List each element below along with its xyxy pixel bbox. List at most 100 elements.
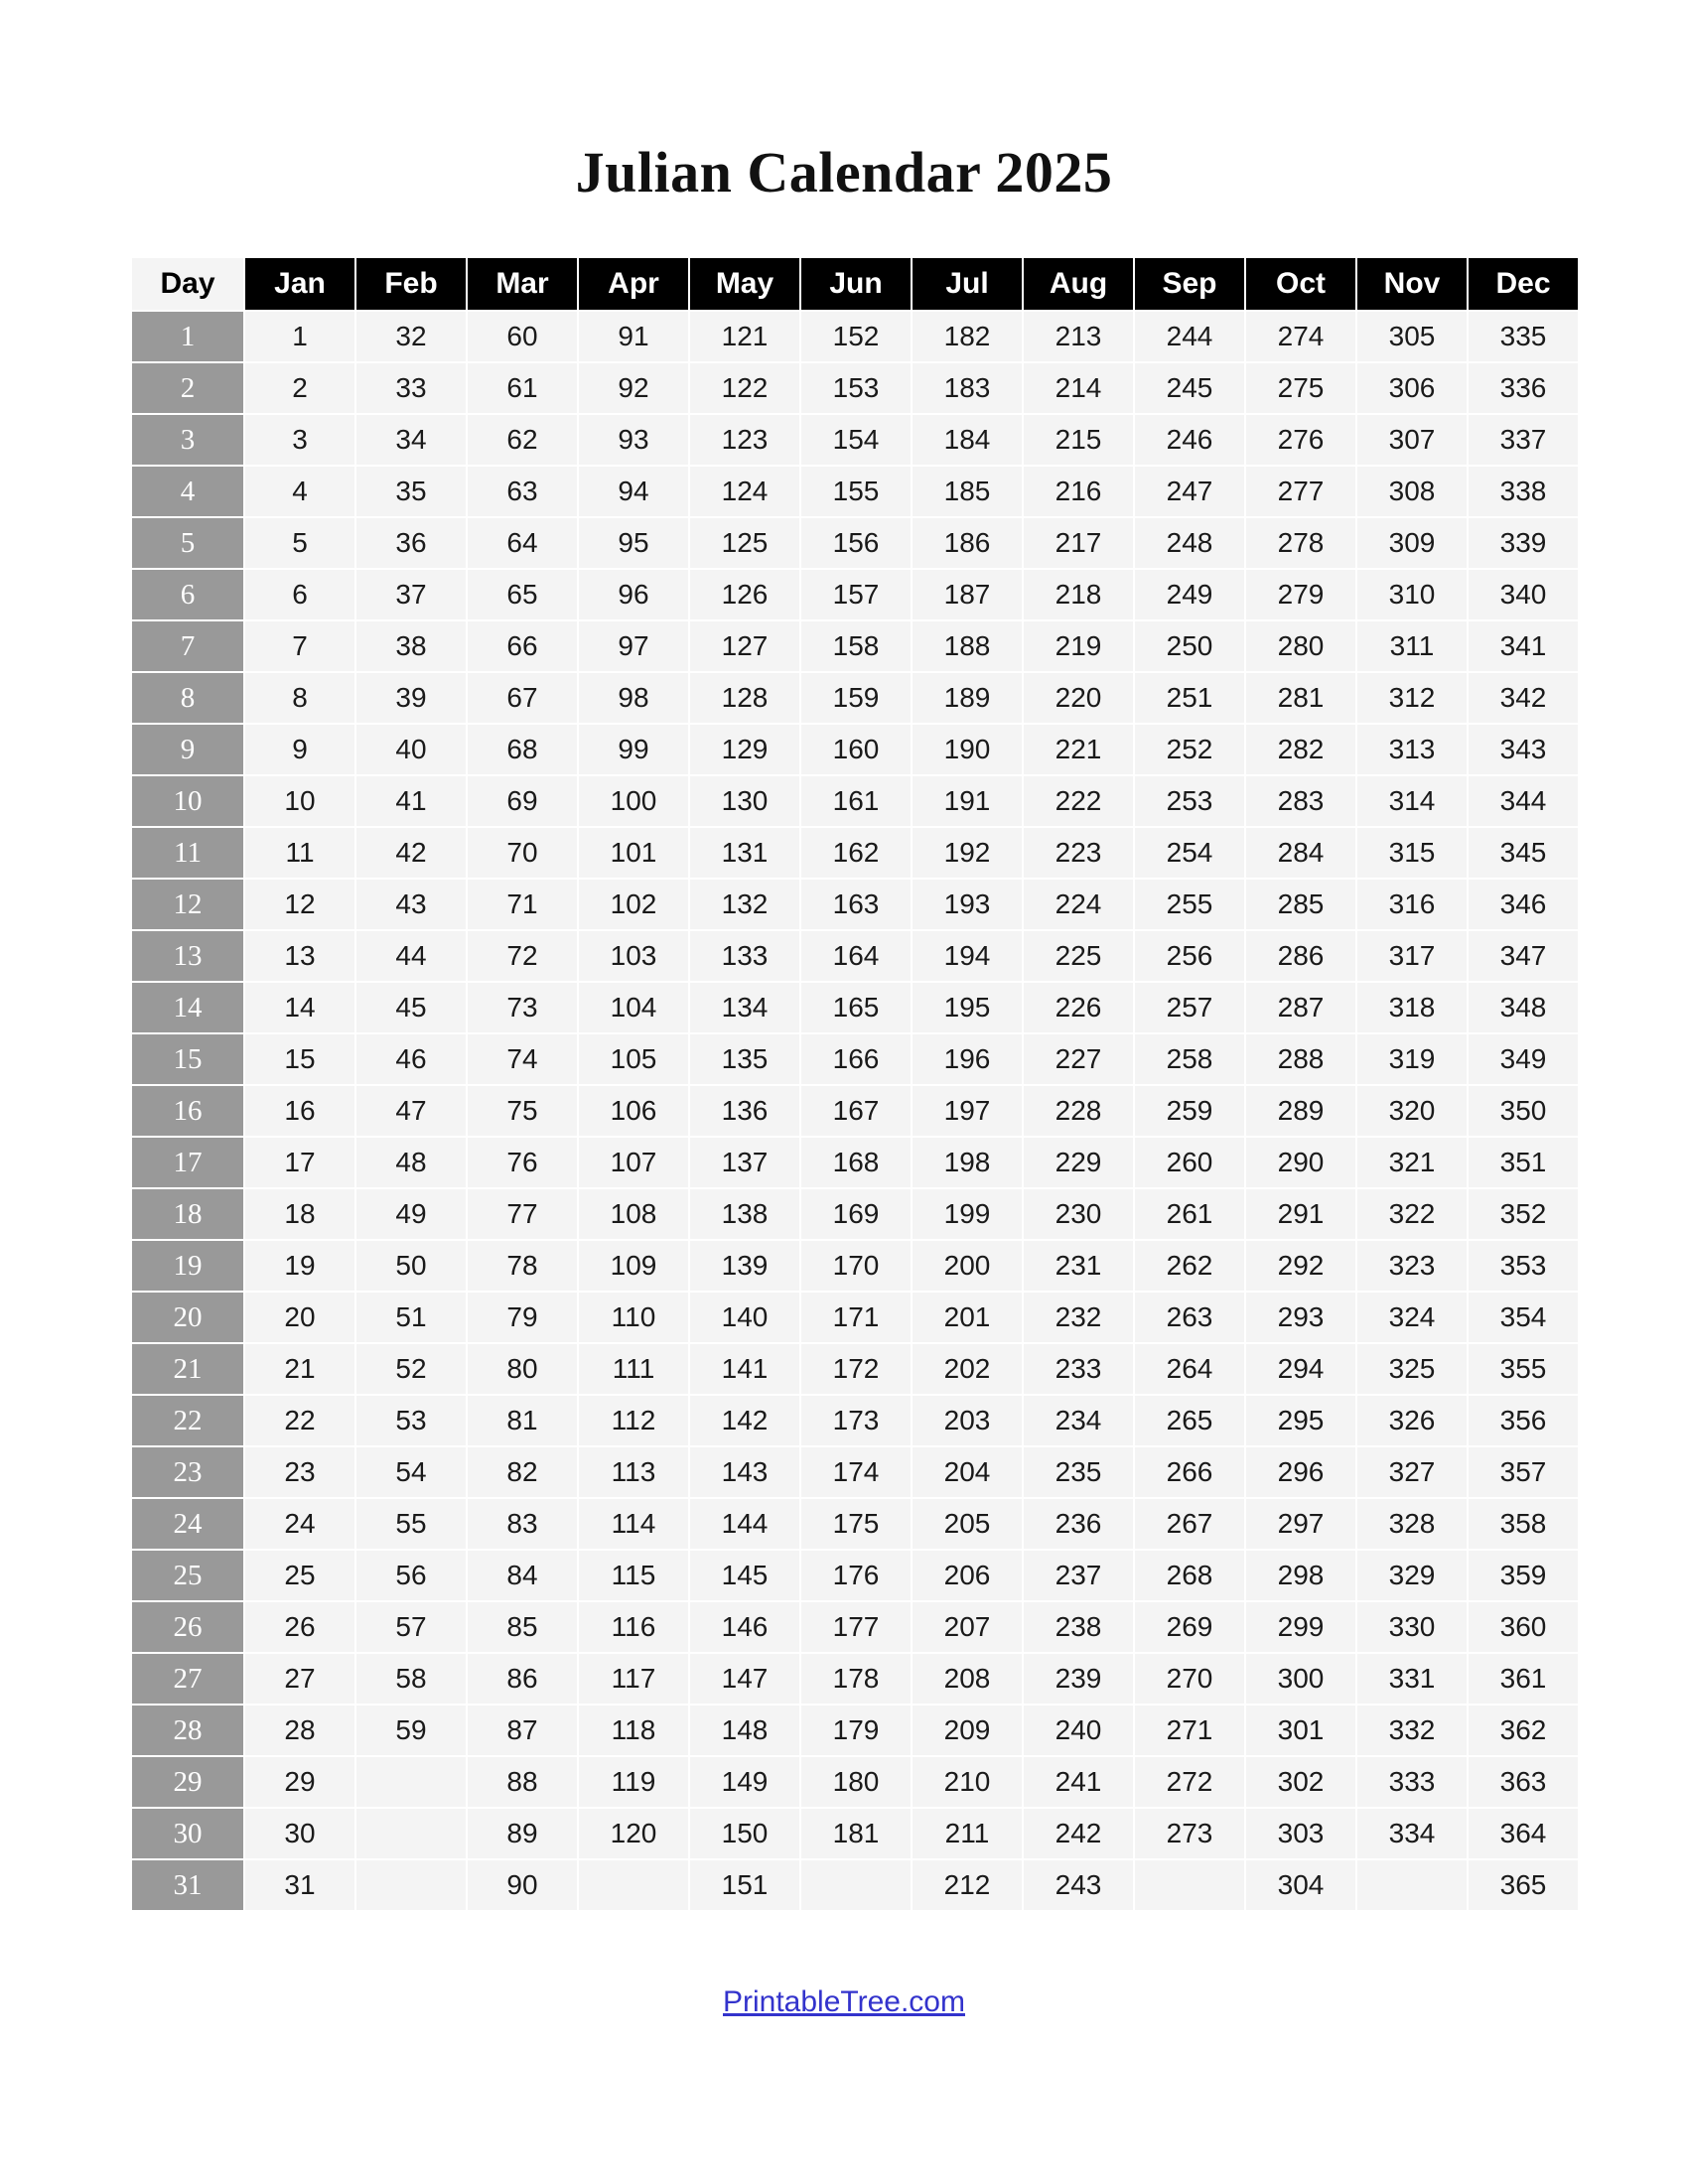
- julian-day-cell: 356: [1469, 1396, 1578, 1445]
- julian-day-cell: 337: [1469, 415, 1578, 465]
- julian-day-cell: 88: [468, 1757, 577, 1807]
- julian-day-cell: 349: [1469, 1034, 1578, 1084]
- julian-day-cell: 269: [1135, 1602, 1244, 1652]
- julian-day-cell: 134: [690, 983, 799, 1032]
- julian-day-cell: 191: [913, 776, 1022, 826]
- printabletree-link[interactable]: PrintableTree.com: [723, 1985, 965, 2018]
- julian-day-cell: 78: [468, 1241, 577, 1291]
- julian-day-cell: 297: [1246, 1499, 1355, 1549]
- julian-day-cell: 33: [356, 363, 466, 413]
- julian-day-cell: 125: [690, 518, 799, 568]
- day-number-cell: 24: [132, 1499, 243, 1549]
- julian-calendar-table: Day Jan Feb Mar Apr May Jun Jul Aug Sep Oct Nov Dec …: [130, 256, 1580, 1912]
- julian-day-cell: 328: [1357, 1499, 1467, 1549]
- julian-day-cell: 292: [1246, 1241, 1355, 1291]
- julian-day-cell: 164: [801, 931, 911, 981]
- julian-day-cell: 147: [690, 1654, 799, 1704]
- julian-day-cell: 62: [468, 415, 577, 465]
- julian-day-cell: 154: [801, 415, 911, 465]
- column-header-apr: Apr: [579, 258, 688, 310]
- julian-day-cell: 30: [245, 1809, 354, 1858]
- julian-day-cell: 342: [1469, 673, 1578, 723]
- table-row: 5 5 36 64 95 125 156 186 217 248 278 309 339: [132, 518, 1578, 568]
- table-row: 12 12 43 71 102 132 163 193 224 255 285 316 346: [132, 880, 1578, 929]
- julian-day-cell: 166: [801, 1034, 911, 1084]
- julian-day-cell: 248: [1135, 518, 1244, 568]
- julian-day-cell: 139: [690, 1241, 799, 1291]
- julian-day-cell: 96: [579, 570, 688, 619]
- julian-day-cell: 185: [913, 467, 1022, 516]
- julian-day-cell: 165: [801, 983, 911, 1032]
- julian-day-cell: 206: [913, 1551, 1022, 1600]
- julian-day-cell: 332: [1357, 1706, 1467, 1755]
- julian-day-cell: 44: [356, 931, 466, 981]
- day-number-cell: 7: [132, 621, 243, 671]
- julian-day-cell: 130: [690, 776, 799, 826]
- julian-day-cell: 240: [1024, 1706, 1133, 1755]
- julian-day-cell: 333: [1357, 1757, 1467, 1807]
- julian-day-cell: 339: [1469, 518, 1578, 568]
- julian-day-cell: 188: [913, 621, 1022, 671]
- julian-day-cell: 245: [1135, 363, 1244, 413]
- column-header-mar: Mar: [468, 258, 577, 310]
- julian-day-cell: 2: [245, 363, 354, 413]
- table-row: 9 9 40 68 99 129 160 190 221 252 282 313 343: [132, 725, 1578, 774]
- julian-day-cell: 77: [468, 1189, 577, 1239]
- julian-day-cell: 262: [1135, 1241, 1244, 1291]
- julian-day-cell: 278: [1246, 518, 1355, 568]
- table-row: 29 29 88 119 149 180 210 241 272 302 333 363: [132, 1757, 1578, 1807]
- table-row: 18 18 49 77 108 138 169 199 230 261 291 322 352: [132, 1189, 1578, 1239]
- julian-day-cell: 222: [1024, 776, 1133, 826]
- julian-day-cell: 9: [245, 725, 354, 774]
- julian-day-cell: 110: [579, 1293, 688, 1342]
- julian-day-cell: [579, 1860, 688, 1910]
- julian-day-cell: 225: [1024, 931, 1133, 981]
- julian-day-cell: 324: [1357, 1293, 1467, 1342]
- julian-day-cell: 183: [913, 363, 1022, 413]
- julian-day-cell: 201: [913, 1293, 1022, 1342]
- julian-day-cell: 133: [690, 931, 799, 981]
- day-number-cell: 19: [132, 1241, 243, 1291]
- julian-day-cell: 219: [1024, 621, 1133, 671]
- julian-day-cell: 100: [579, 776, 688, 826]
- julian-day-cell: 103: [579, 931, 688, 981]
- julian-day-cell: 347: [1469, 931, 1578, 981]
- julian-day-cell: 69: [468, 776, 577, 826]
- footer: PrintableTree.com: [0, 1985, 1688, 2019]
- julian-day-cell: 58: [356, 1654, 466, 1704]
- julian-day-cell: 179: [801, 1706, 911, 1755]
- julian-day-cell: 76: [468, 1138, 577, 1187]
- julian-day-cell: 230: [1024, 1189, 1133, 1239]
- day-number-cell: 4: [132, 467, 243, 516]
- julian-day-cell: 249: [1135, 570, 1244, 619]
- julian-day-cell: 10: [245, 776, 354, 826]
- julian-day-cell: 135: [690, 1034, 799, 1084]
- julian-day-cell: 254: [1135, 828, 1244, 878]
- julian-day-cell: 140: [690, 1293, 799, 1342]
- julian-day-cell: 21: [245, 1344, 354, 1394]
- julian-day-cell: 14: [245, 983, 354, 1032]
- table-row: 22 22 53 81 112 142 173 203 234 265 295 326 356: [132, 1396, 1578, 1445]
- julian-day-cell: 45: [356, 983, 466, 1032]
- julian-day-cell: 61: [468, 363, 577, 413]
- julian-day-cell: 338: [1469, 467, 1578, 516]
- julian-day-cell: 228: [1024, 1086, 1133, 1136]
- julian-day-cell: 259: [1135, 1086, 1244, 1136]
- julian-day-cell: 336: [1469, 363, 1578, 413]
- julian-day-cell: 93: [579, 415, 688, 465]
- julian-day-cell: 197: [913, 1086, 1022, 1136]
- julian-day-cell: 186: [913, 518, 1022, 568]
- julian-day-cell: 26: [245, 1602, 354, 1652]
- julian-day-cell: 192: [913, 828, 1022, 878]
- day-number-cell: 8: [132, 673, 243, 723]
- table-row: 20 20 51 79 110 140 171 201 232 263 293 324 354: [132, 1293, 1578, 1342]
- table-row: 4 4 35 63 94 124 155 185 216 247 277 308 338: [132, 467, 1578, 516]
- julian-day-cell: 115: [579, 1551, 688, 1600]
- julian-day-cell: 75: [468, 1086, 577, 1136]
- julian-day-cell: 47: [356, 1086, 466, 1136]
- julian-day-cell: 91: [579, 312, 688, 361]
- day-number-cell: 17: [132, 1138, 243, 1187]
- julian-day-cell: 151: [690, 1860, 799, 1910]
- julian-day-cell: 74: [468, 1034, 577, 1084]
- julian-day-cell: 141: [690, 1344, 799, 1394]
